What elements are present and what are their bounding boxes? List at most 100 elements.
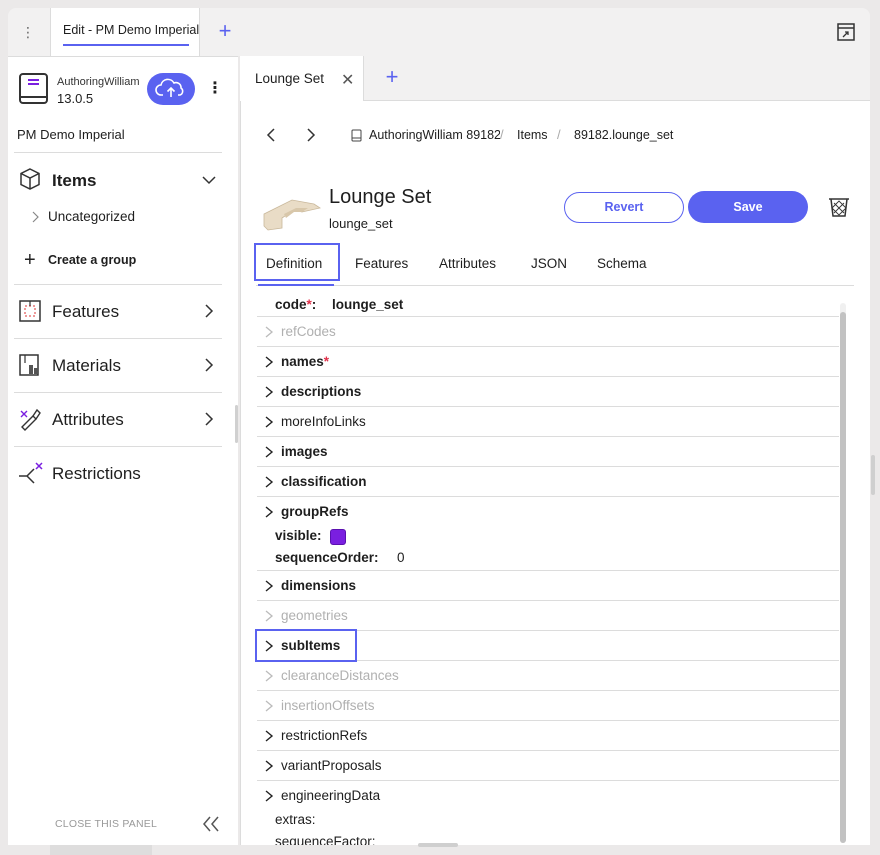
active-tab-indicator <box>63 44 189 46</box>
bottom-resize-grip[interactable] <box>418 843 458 847</box>
prop-geometries[interactable]: geometries <box>281 608 348 623</box>
prop-engineeringdata[interactable]: engineeringData <box>281 788 380 803</box>
visible-checkbox[interactable] <box>330 529 346 545</box>
nav-items[interactable]: Items <box>14 160 222 200</box>
divider <box>14 284 222 285</box>
chevron-right-icon[interactable] <box>264 760 274 772</box>
divider <box>14 392 222 393</box>
breadcrumb-items[interactable]: Items <box>517 128 548 142</box>
visible-label: visible: <box>275 528 322 543</box>
prop-dimensions[interactable]: dimensions <box>281 578 356 593</box>
add-tab-icon[interactable]: + <box>381 66 403 88</box>
close-icon[interactable]: ✕ <box>341 70 354 90</box>
chevron-right-icon <box>205 304 214 318</box>
save-button[interactable]: Save <box>688 191 808 223</box>
nav-items-label: Items <box>52 171 97 190</box>
sequence-factor-label: sequenceFactor: <box>275 834 376 845</box>
cloud-upload-icon <box>155 78 184 97</box>
cube-icon <box>20 168 40 190</box>
revert-button[interactable]: Revert <box>564 192 684 223</box>
prop-images[interactable]: images <box>281 444 328 459</box>
back-chevron-icon[interactable] <box>264 128 278 142</box>
row-divider <box>257 406 839 407</box>
chevron-right-icon[interactable] <box>264 386 274 398</box>
sequence-order-value[interactable]: 0 <box>397 550 405 565</box>
chevron-right-icon[interactable] <box>264 416 274 428</box>
nav-features-label: Features <box>52 302 120 321</box>
prop-label: names <box>281 354 324 369</box>
chevron-right-icon[interactable] <box>264 790 274 802</box>
prop-insertionoffsets[interactable]: insertionOffsets <box>281 698 375 713</box>
maximize-icon[interactable] <box>836 22 856 42</box>
catalog-book-icon <box>19 73 48 104</box>
item-code: lounge_set <box>329 216 393 231</box>
tab-attributes[interactable]: Attributes <box>439 256 496 271</box>
editor-panel <box>240 56 870 845</box>
tab-lounge-set[interactable]: Lounge Set ✕ <box>240 56 364 101</box>
prop-grouprefs[interactable]: groupRefs <box>281 504 349 519</box>
prop-clearancedistances[interactable]: clearanceDistances <box>281 668 399 683</box>
row-divider <box>257 750 839 751</box>
panel-menu-icon[interactable]: ⋮ <box>207 78 223 100</box>
features-icon <box>19 300 41 322</box>
tab-label: Edit - PM Demo Imperial <box>63 23 200 37</box>
chevron-right-icon[interactable] <box>264 356 274 368</box>
chevron-right-icon[interactable] <box>264 610 274 622</box>
bottom-tab[interactable] <box>50 845 152 855</box>
prop-refcodes[interactable]: refCodes <box>281 324 336 339</box>
window-scrollbar[interactable] <box>871 455 875 495</box>
row-divider <box>257 316 839 317</box>
chevron-right-icon[interactable] <box>264 700 274 712</box>
prop-restrictionrefs[interactable]: restrictionRefs <box>281 728 367 743</box>
item-title: Lounge Set <box>329 186 432 208</box>
publish-button[interactable] <box>147 73 195 105</box>
breadcrumb-catalog[interactable]: AuthoringWilliam 89182 <box>369 128 500 142</box>
scrollbar-thumb[interactable] <box>840 312 846 843</box>
row-divider <box>257 600 839 601</box>
nav-attributes-label: Attributes <box>52 410 124 429</box>
code-key: code*: <box>275 297 316 312</box>
chevron-right-icon <box>32 211 39 223</box>
double-chevron-left-icon[interactable] <box>202 816 220 832</box>
panel-resize-handle[interactable] <box>235 405 238 443</box>
tab-label: Lounge Set <box>255 71 325 86</box>
code-value[interactable]: lounge_set <box>332 297 403 312</box>
tab-json[interactable]: JSON <box>531 256 567 271</box>
nav-restrictions[interactable]: Restrictions <box>14 455 222 493</box>
sequence-order-label: sequenceOrder: <box>275 550 379 565</box>
group-uncategorized[interactable]: Uncategorized <box>30 207 220 229</box>
nav-materials[interactable]: Materials <box>14 347 222 385</box>
row-divider <box>257 780 839 781</box>
tab-schema[interactable]: Schema <box>597 256 647 271</box>
chevron-right-icon[interactable] <box>264 326 274 338</box>
chevron-right-icon[interactable] <box>264 506 274 518</box>
nav-features[interactable]: Features <box>14 293 222 331</box>
chevron-right-icon[interactable] <box>264 670 274 682</box>
chevron-right-icon[interactable] <box>264 730 274 742</box>
forward-chevron-icon[interactable] <box>304 128 318 142</box>
chevron-right-icon[interactable] <box>264 446 274 458</box>
add-tab-icon[interactable]: + <box>214 20 236 42</box>
tab-features[interactable]: Features <box>355 256 408 271</box>
plus-icon[interactable]: + <box>24 250 40 270</box>
chevron-down-icon[interactable] <box>202 173 216 187</box>
create-group-button[interactable]: Create a group <box>48 253 136 267</box>
chevron-right-icon[interactable] <box>264 476 274 488</box>
breadcrumb-separator: / <box>557 127 561 142</box>
close-panel-button[interactable]: CLOSE THIS PANEL <box>55 818 157 830</box>
prop-variantproposals[interactable]: variantProposals <box>281 758 382 773</box>
more-vert-icon[interactable]: ⋮ <box>18 22 38 42</box>
trash-icon[interactable] <box>827 195 851 219</box>
prop-moreinfolinks[interactable]: moreInfoLinks <box>281 414 366 429</box>
row-divider <box>257 720 839 721</box>
prop-classification[interactable]: classification <box>281 474 367 489</box>
divider <box>14 338 222 339</box>
nav-attributes[interactable]: Attributes <box>14 401 222 439</box>
tab-edit-catalog[interactable]: Edit - PM Demo Imperial <box>50 8 200 56</box>
prop-names[interactable]: names* <box>281 354 329 369</box>
prop-descriptions[interactable]: descriptions <box>281 384 361 399</box>
divider <box>14 152 222 153</box>
divider <box>14 446 222 447</box>
chevron-right-icon <box>205 412 214 426</box>
chevron-right-icon[interactable] <box>264 580 274 592</box>
